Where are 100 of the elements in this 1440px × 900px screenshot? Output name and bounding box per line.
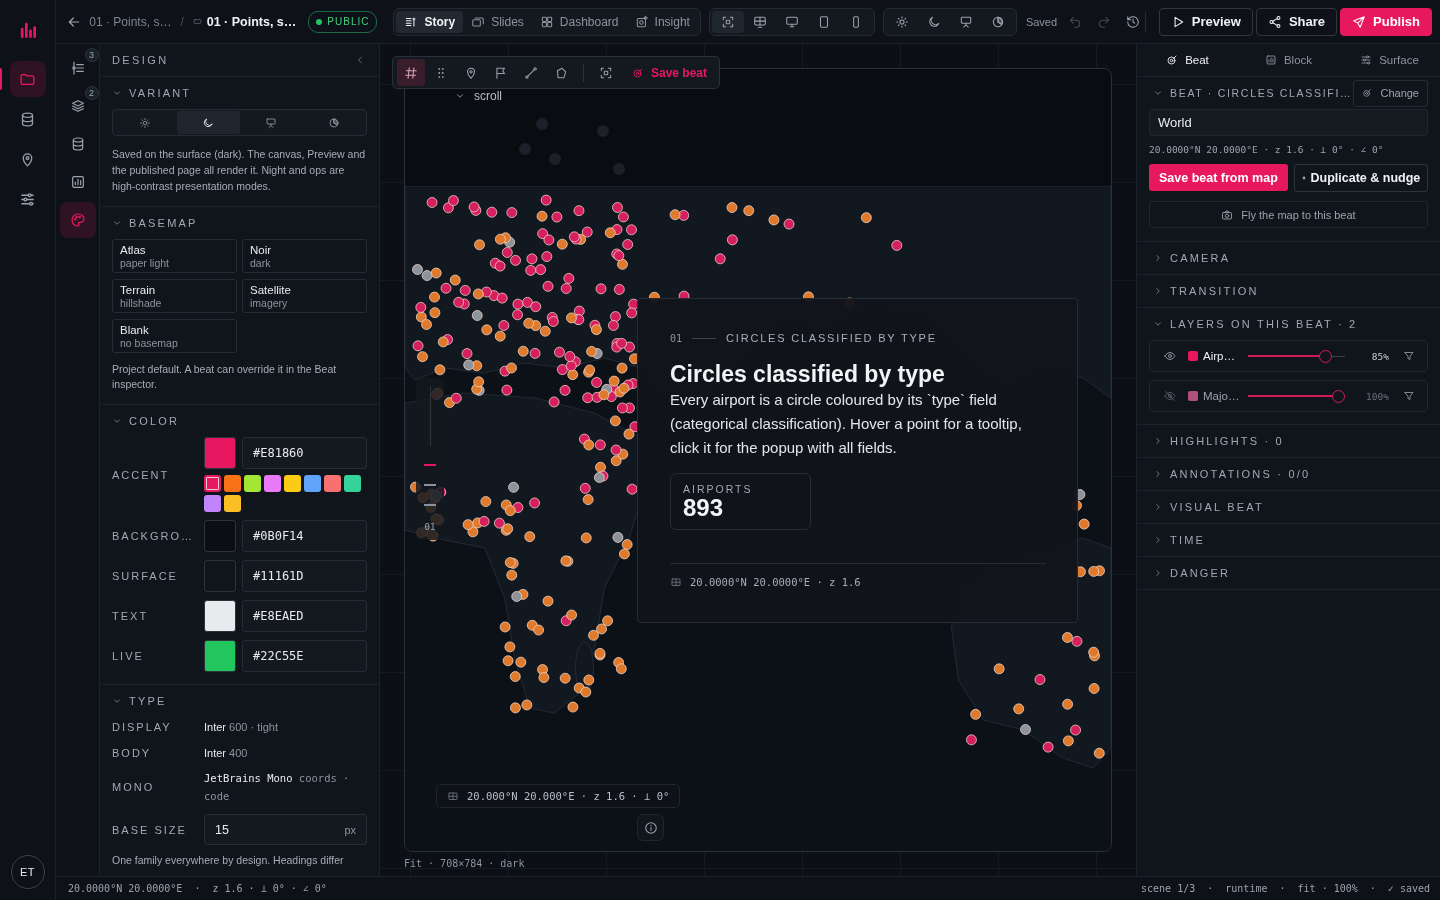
layer-row[interactable]: Airp… 85% [1149, 340, 1428, 372]
basemap-detail: paper light [120, 256, 170, 270]
hex-field[interactable]: #E8EAED [242, 600, 367, 632]
preset-swatch[interactable] [324, 475, 341, 492]
sun-icon [894, 14, 909, 29]
preset-swatch[interactable] [224, 475, 241, 492]
save-status: Saved [1025, 15, 1058, 28]
basemap-option[interactable]: Blank no basemap [112, 319, 237, 353]
mode-tab[interactable]: Insight [626, 10, 698, 33]
frame-view-button[interactable] [711, 10, 744, 33]
opacity-slider[interactable] [1248, 349, 1345, 363]
share-icon [1267, 14, 1282, 29]
save-beat-from-map-button[interactable]: Save beat from map [1149, 164, 1288, 191]
section-header[interactable]: LAYERS ON THIS BEAT · 2 [1149, 308, 1358, 340]
preset-swatch[interactable] [244, 475, 261, 492]
status-label: PUBLIC [327, 16, 370, 27]
palette-panel-button[interactable] [59, 202, 96, 238]
filter-button[interactable] [1403, 350, 1415, 362]
preview-button[interactable]: Preview [1158, 7, 1253, 36]
preset-swatch[interactable] [264, 475, 281, 492]
hash-tool-button[interactable] [397, 59, 425, 86]
section-title: CAMERA [1170, 252, 1231, 264]
publish-button[interactable]: Publish [1340, 7, 1432, 36]
color-swatch[interactable] [204, 520, 236, 552]
target-icon [1362, 88, 1373, 98]
preset-swatch[interactable] [224, 495, 241, 512]
section-header[interactable]: TYPE [112, 685, 167, 717]
preset-swatch[interactable] [284, 475, 301, 492]
share-button[interactable]: Share [1255, 7, 1338, 36]
hex-field[interactable]: #11161D [242, 560, 367, 592]
hex-field[interactable]: #22C55E [242, 640, 367, 672]
hidden-layer-toggle[interactable] [1164, 390, 1176, 402]
filter-button[interactable] [1403, 390, 1415, 402]
basemap-option[interactable]: Noir dark [242, 239, 367, 273]
change-button[interactable]: Change [1353, 79, 1428, 107]
grid-icon [670, 576, 682, 588]
opacity-slider[interactable] [1248, 389, 1345, 403]
mode-tab[interactable]: Slides [463, 10, 532, 33]
slider-thumb[interactable] [1319, 349, 1333, 363]
faded-marker-icon [519, 143, 531, 155]
opacity-reading: 85% [1371, 350, 1389, 362]
outline-icon [69, 60, 86, 76]
layer-row[interactable]: Majo… 100% [1149, 380, 1428, 412]
inspector-tab[interactable]: Beat [1137, 44, 1238, 76]
save-beat-button[interactable]: Save beat [622, 59, 716, 86]
count-badge: 3 [84, 48, 99, 62]
mode-tab[interactable]: Dashboard [531, 10, 627, 33]
basemap-option[interactable]: Satellite imagery [242, 279, 367, 313]
beat-step-marker[interactable] [424, 464, 436, 466]
color-swatch[interactable] [204, 437, 236, 469]
preset-swatch[interactable] [344, 475, 361, 492]
document-title[interactable]: 01 · Points, s… [206, 14, 297, 29]
color-swatch[interactable] [204, 640, 236, 672]
section-header[interactable]: BEAT · CIRCLES CLASSIFI… [1149, 77, 1353, 109]
show-layer-toggle[interactable] [1164, 350, 1176, 362]
hex-field[interactable]: #0B0F14 [242, 520, 367, 552]
preset-swatch[interactable] [204, 495, 221, 512]
beat-step-marker[interactable] [424, 504, 436, 506]
layers-panel-button[interactable]: 2 [59, 88, 96, 124]
section-header[interactable]: VARIANT [112, 77, 192, 109]
moon-variant-button[interactable] [176, 111, 240, 134]
color-swatch[interactable] [204, 560, 236, 592]
breadcrumb-link[interactable]: 01 · Points, s… [89, 14, 172, 29]
palette-icon [69, 212, 86, 228]
faded-marker-icon [536, 118, 548, 130]
layer-name: Majo… [1203, 390, 1241, 402]
folder-nav-button[interactable] [9, 61, 46, 97]
hex-field[interactable]: #E81860 [242, 437, 367, 469]
basemap-option[interactable]: Terrain hillshade [112, 279, 237, 313]
duplicate-button[interactable]: Duplicate & nudge [1293, 164, 1428, 192]
beat-name-field[interactable]: World [1149, 109, 1428, 136]
section-header[interactable]: ANNOTATIONS · 0/0 [1149, 458, 1311, 490]
outline-panel-button[interactable]: 3 [59, 50, 96, 86]
info-button[interactable] [637, 814, 664, 841]
basemap-option[interactable]: Atlas paper light [112, 239, 237, 273]
slider-thumb[interactable] [1332, 389, 1345, 403]
card-index: 01 [670, 332, 683, 344]
eye-off-icon [1164, 390, 1176, 402]
section-header[interactable]: CAMERA [1149, 242, 1231, 274]
preset-swatch[interactable] [204, 475, 221, 492]
section-header[interactable]: TIME [1149, 524, 1206, 556]
color-swatch[interactable] [204, 600, 236, 632]
section-header[interactable]: VISUAL BEAT [1149, 491, 1264, 523]
section-header[interactable]: BASEMAP [112, 207, 198, 239]
mode-tab[interactable]: Story [396, 10, 464, 33]
base-size-field[interactable]: 15 px [204, 814, 367, 845]
section-header[interactable]: DANGER [1149, 557, 1231, 589]
card-eyebrow: CIRCLES CLASSIFIED BY TYPE [726, 332, 937, 344]
pie-icon [990, 14, 1005, 29]
faded-marker-icon [597, 125, 609, 137]
stat-value: 893 [683, 495, 725, 521]
send-icon [1352, 14, 1367, 29]
section-header[interactable]: COLOR [112, 405, 180, 437]
beat-step-marker[interactable] [424, 484, 436, 486]
inspector-tab[interactable]: Block [1238, 44, 1339, 76]
fly-to-beat-button[interactable]: Fly the map to this beat [1149, 201, 1428, 228]
section-header[interactable]: TRANSITION [1149, 275, 1259, 307]
inspector-tab[interactable]: Surface [1339, 44, 1440, 76]
preset-swatch[interactable] [304, 475, 321, 492]
section-header[interactable]: HIGHLIGHTS · 0 [1149, 425, 1284, 457]
